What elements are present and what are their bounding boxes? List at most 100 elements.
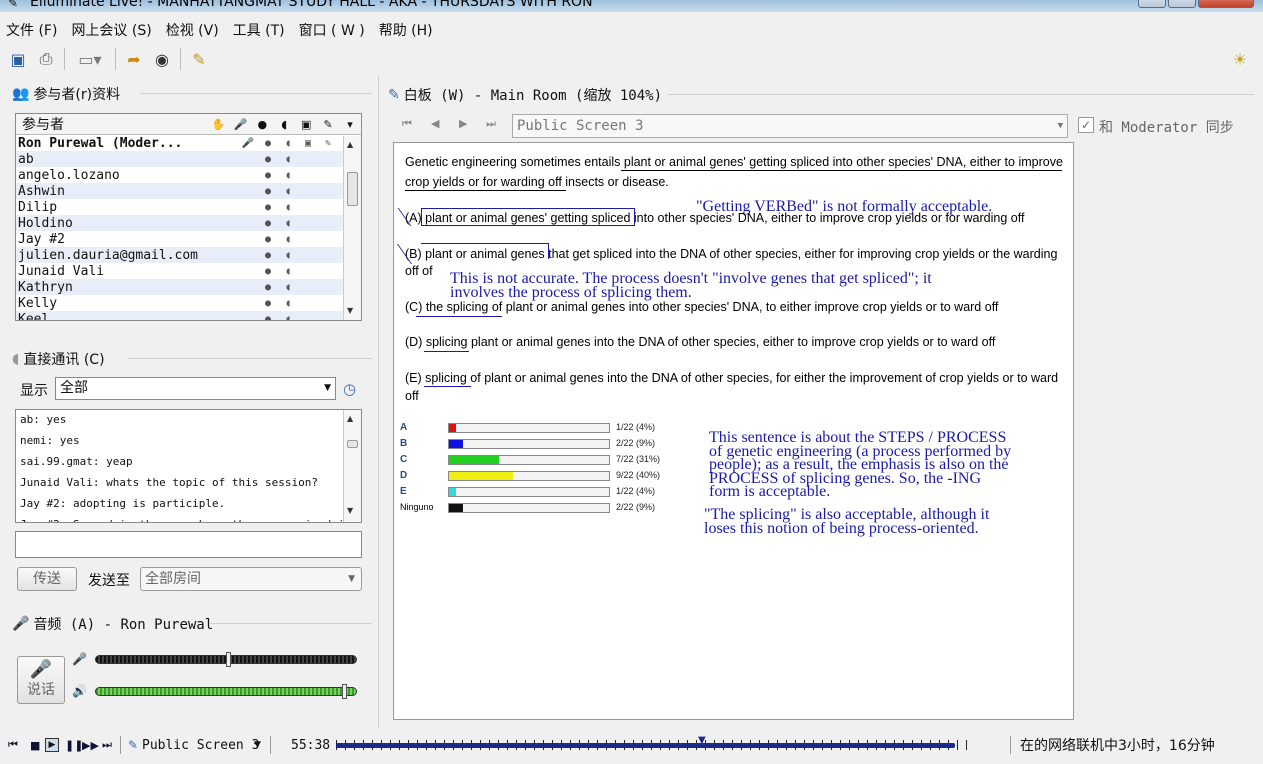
- chat-history[interactable]: ab: yes nemi: yes sai.99.gmat: yeap Junaid …: [15, 409, 362, 523]
- notes-icon[interactable]: ✎: [187, 47, 211, 71]
- chat-icon: ◖: [284, 201, 292, 213]
- chat-icon: ◖: [284, 281, 292, 293]
- poll-value: 2/22 (9%): [616, 438, 656, 448]
- chat-message: Junaid Vali: whats the topic of this ses…: [20, 476, 319, 489]
- participant-row[interactable]: Holdino ● ◖: [16, 215, 361, 231]
- scroll-thumb[interactable]: [347, 440, 358, 448]
- participants-header-label[interactable]: 参与者: [16, 114, 207, 134]
- screen-column-icon[interactable]: ▣: [295, 118, 317, 131]
- profile-icon[interactable]: ◉: [150, 47, 174, 71]
- panel-splitter[interactable]: [378, 76, 379, 728]
- participant-name: ab: [18, 151, 34, 167]
- participant-row[interactable]: Keel ● ◖: [16, 311, 361, 321]
- mic-level-slider[interactable]: [95, 652, 357, 667]
- speaker-level-slider[interactable]: [95, 684, 357, 699]
- poll-row: D 9/22 (40%): [400, 470, 670, 482]
- whiteboard-canvas[interactable]: Genetic engineering sometimes entails pl…: [393, 142, 1074, 720]
- minimize-button[interactable]: [1138, 0, 1166, 8]
- menu-session[interactable]: 网上会议 (S): [71, 20, 151, 40]
- menu-view[interactable]: 检视 (V): [166, 20, 219, 40]
- participant-name: Ron Purewal (Moder...: [18, 135, 183, 151]
- participant-row[interactable]: Kathryn ● ◖: [16, 279, 361, 295]
- menu-tools[interactable]: 工具 (T): [233, 20, 285, 40]
- menu-window[interactable]: 窗口 ( W ): [299, 20, 365, 40]
- participants-list[interactable]: 参与者 ✋ 🎤 ● ◖ ▣ ✎ ▾ Ron Purewal (Moder... 🎤…: [15, 113, 362, 321]
- toolbar-divider: [64, 48, 65, 70]
- participant-name: Kathryn: [18, 279, 73, 295]
- pen-column-icon[interactable]: ✎: [317, 118, 339, 131]
- question-line-1: Genetic engineering sometimes entails pl…: [405, 155, 1063, 169]
- maximize-button[interactable]: [1168, 0, 1196, 8]
- mic-column-icon[interactable]: 🎤: [229, 118, 251, 131]
- sync-checkbox[interactable]: ✓: [1078, 117, 1094, 133]
- participant-row[interactable]: julien.dauria@gmail.com ● ◖: [16, 247, 361, 263]
- status-divider: [120, 736, 121, 754]
- annotation-note-b-2: involves the process of splicing them.: [450, 284, 692, 301]
- last-screen-icon[interactable]: ⏭: [486, 117, 496, 131]
- column-menu-icon[interactable]: ▾: [339, 118, 361, 131]
- rewind-icon[interactable]: ⏮: [8, 738, 18, 752]
- participants-scrollbar[interactable]: ▲ ▼: [343, 136, 361, 320]
- talk-button[interactable]: 🎤 说话: [17, 656, 65, 704]
- skip-end-icon[interactable]: ⏭: [102, 738, 112, 752]
- fast-forward-icon[interactable]: ▶▶: [82, 739, 99, 752]
- menu-file[interactable]: 文件 (F): [6, 20, 57, 40]
- send-button[interactable]: 传送: [17, 567, 77, 591]
- status-divider: [1010, 736, 1011, 754]
- video-column-icon[interactable]: ●: [251, 118, 273, 131]
- participant-row[interactable]: Dilip ● ◖: [16, 199, 361, 215]
- status-screen[interactable]: Public Screen 3: [142, 738, 259, 753]
- menu-help[interactable]: 帮助 (H): [379, 20, 433, 40]
- close-button[interactable]: [1198, 0, 1254, 8]
- previous-screen-icon[interactable]: ◀: [431, 117, 439, 130]
- ink-underline-c: [416, 316, 502, 317]
- chat-scrollbar[interactable]: ▲ ▼: [343, 410, 361, 522]
- mic-level-icon: 🎤: [72, 652, 87, 666]
- participant-name: Keel: [18, 311, 50, 321]
- pause-icon[interactable]: ❚❚: [65, 739, 83, 752]
- mic-slider-knob[interactable]: [225, 652, 231, 667]
- participant-row[interactable]: Ron Purewal (Moder... 🎤 ● ◖ ▣ ✎: [16, 135, 361, 151]
- raise-hand-icon[interactable]: ✋: [207, 118, 229, 131]
- save-icon[interactable]: ▣: [6, 47, 30, 71]
- scroll-up-icon[interactable]: ▲: [347, 414, 353, 423]
- chat-input[interactable]: [15, 531, 362, 558]
- participant-row[interactable]: Ashwin ● ◖: [16, 183, 361, 199]
- load-content-icon[interactable]: ➦: [122, 47, 146, 71]
- display-filter-select[interactable]: 全部 ▼: [55, 377, 336, 400]
- next-screen-icon[interactable]: ▶: [459, 117, 467, 130]
- participant-name: Holdino: [18, 215, 73, 231]
- scroll-down-icon[interactable]: ▼: [347, 506, 353, 515]
- participant-row[interactable]: Jay #2 ● ◖: [16, 231, 361, 247]
- whiteboard-title: ✎ 白板 (W) - Main Room (缩放 104%): [388, 85, 662, 105]
- chat-icon: ◖: [284, 297, 292, 309]
- scroll-thumb[interactable]: [347, 172, 358, 206]
- poll-label: E: [400, 486, 407, 497]
- lightbulb-icon[interactable]: ☀: [1228, 47, 1252, 71]
- send-to-select[interactable]: 全部房间 ▼: [140, 567, 362, 591]
- chevron-down-icon[interactable]: ▼: [254, 740, 261, 750]
- poll-row: B 2/22 (9%): [400, 438, 670, 450]
- clock-icon[interactable]: ◷: [343, 380, 356, 398]
- scroll-down-icon[interactable]: ▼: [347, 306, 353, 315]
- screen-select[interactable]: Public Screen 3 ▼: [512, 114, 1068, 138]
- stop-icon[interactable]: ■: [30, 739, 40, 752]
- scroll-up-icon[interactable]: ▲: [347, 140, 353, 149]
- speaker-slider-knob[interactable]: [342, 684, 348, 699]
- participant-row[interactable]: Junaid Vali ● ◖: [16, 263, 361, 279]
- timeline-progress[interactable]: [336, 743, 956, 748]
- video-icon: ●: [264, 185, 272, 197]
- status-bar: ⏮ ■ ▶ ❚❚ ▶▶ ⏭ ✎ Public Screen 3 ▼ 55:38 …: [0, 731, 1263, 759]
- timeline-marker[interactable]: ▼: [698, 735, 706, 746]
- chat-column-icon[interactable]: ◖: [273, 118, 295, 131]
- participant-row[interactable]: angelo.lozano ● ◖: [16, 167, 361, 183]
- chat-icon: ◖: [284, 265, 292, 277]
- layout-icon[interactable]: ▭▾: [71, 47, 109, 71]
- play-icon[interactable]: ▶: [45, 738, 59, 752]
- ink-note-line: loses this notion of being process-orien…: [704, 520, 979, 537]
- first-screen-icon[interactable]: ⏮: [402, 117, 412, 131]
- chevron-down-icon: ▼: [324, 383, 331, 393]
- participant-row[interactable]: Kelly ● ◖: [16, 295, 361, 311]
- print-icon[interactable]: ⎙: [34, 47, 58, 71]
- participant-row[interactable]: ab ● ◖: [16, 151, 361, 167]
